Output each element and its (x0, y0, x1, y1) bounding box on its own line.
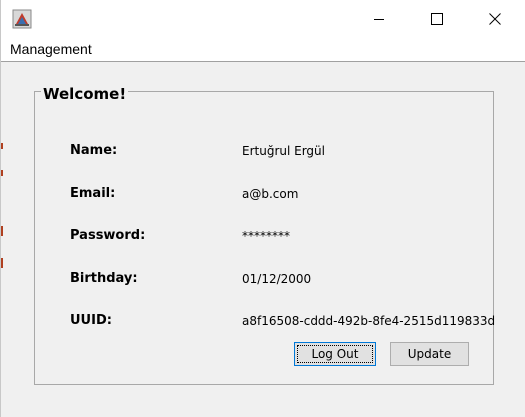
birthday-label: Birthday: (70, 271, 138, 286)
close-icon (489, 10, 501, 29)
background-edge-mark (1, 258, 3, 268)
uuid-value: a8f16508-cddd-492b-8fe4-2515d119833d (242, 314, 496, 328)
email-value: a@b.com (242, 187, 299, 201)
password-label: Password: (70, 228, 146, 243)
maximize-icon (431, 10, 443, 29)
menu-bar: Management (1, 38, 525, 62)
name-value: Ertuğrul Ergül (242, 144, 325, 158)
java-app-icon (12, 9, 32, 29)
birthday-value: 01/12/2000 (242, 272, 312, 286)
name-label: Name: (70, 143, 118, 158)
minimize-button[interactable] (350, 0, 408, 38)
uuid-label: UUID: (70, 313, 112, 328)
email-label: Email: (70, 186, 116, 201)
minimize-icon (373, 10, 385, 29)
update-button-label: Update (407, 347, 452, 361)
panel-title: Welcome! (41, 84, 129, 104)
close-button[interactable] (466, 0, 524, 38)
log-out-button[interactable]: Log Out (294, 342, 376, 366)
maximize-button[interactable] (408, 0, 466, 38)
background-edge-mark (1, 226, 3, 236)
menu-management[interactable]: Management (10, 41, 92, 57)
password-value: ******** (242, 229, 290, 243)
title-bar[interactable] (1, 0, 525, 38)
app-window: Management Welcome! Name: Ertuğrul Ergül… (0, 0, 525, 417)
update-button[interactable]: Update (390, 342, 469, 366)
log-out-button-label: Log Out (311, 347, 359, 361)
background-edge-mark (1, 143, 3, 149)
background-edge-mark (1, 170, 3, 176)
